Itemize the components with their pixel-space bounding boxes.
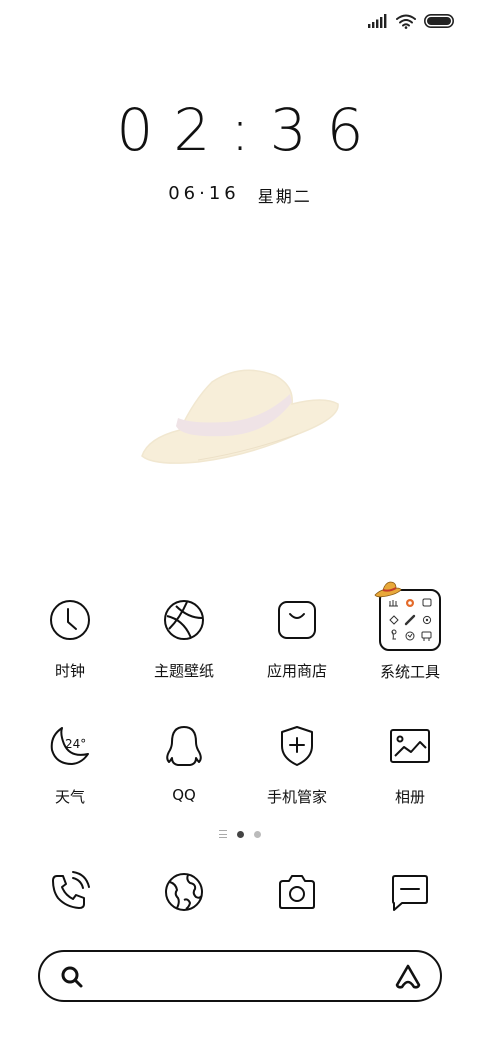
- system-tools-folder-icon: [374, 581, 441, 651]
- search-icon[interactable]: [60, 965, 84, 989]
- dock-messages[interactable]: [388, 870, 432, 914]
- app-gallery[interactable]: 相册: [354, 722, 466, 807]
- app-label: 主题壁纸: [153, 662, 214, 680]
- folder-system-tools[interactable]: 系统工具: [354, 581, 466, 682]
- page-dot[interactable]: [254, 830, 261, 838]
- security-shield-icon: [273, 722, 321, 770]
- app-label: 手机管家: [266, 788, 327, 806]
- search-bar[interactable]: [38, 950, 442, 1002]
- cellular-signal-icon: [368, 14, 388, 28]
- lock-weekday: 星期二: [257, 187, 312, 206]
- browser-globe-icon: [165, 873, 203, 911]
- battery-icon: [424, 14, 454, 28]
- app-store-bag-icon: [273, 596, 321, 644]
- app-label: QQ: [172, 786, 196, 804]
- lock-date: 06·16: [168, 183, 240, 204]
- page-list-icon: [219, 830, 227, 838]
- camera-icon: [279, 875, 315, 909]
- date-row: 06·16 星期二: [0, 183, 480, 207]
- app-label: 时钟: [54, 662, 85, 680]
- theme-ball-icon: [160, 596, 208, 644]
- lock-time[interactable]: 02:36: [0, 96, 480, 164]
- app-store[interactable]: 应用商店: [241, 596, 353, 681]
- page-indicator[interactable]: [0, 830, 480, 838]
- wifi-icon: [396, 14, 416, 29]
- gallery-icon: [386, 722, 434, 770]
- dock-phone[interactable]: [48, 870, 92, 914]
- dock-browser[interactable]: [162, 870, 206, 914]
- app-label: 相册: [394, 788, 425, 806]
- weather-moon-icon: 24°: [46, 722, 94, 770]
- app-label: 应用商店: [266, 662, 327, 680]
- qq-penguin-icon: [160, 722, 208, 770]
- clock-icon: [46, 596, 94, 644]
- app-label: 系统工具: [379, 663, 440, 681]
- app-theme[interactable]: 主题壁纸: [128, 596, 240, 681]
- messages-icon: [392, 875, 428, 911]
- straw-hat-icon: [138, 364, 344, 472]
- page-dot-active[interactable]: [237, 830, 244, 838]
- app-phone-manager[interactable]: 手机管家: [241, 722, 353, 807]
- dock-camera[interactable]: [275, 870, 319, 914]
- app-qq[interactable]: QQ: [128, 722, 240, 804]
- app-clock[interactable]: 时钟: [14, 596, 126, 681]
- assistant-icon[interactable]: [394, 963, 422, 991]
- app-label: 天气: [54, 788, 85, 806]
- app-weather[interactable]: 24° 天气: [14, 722, 126, 807]
- search-input[interactable]: [96, 962, 390, 992]
- status-bar: [368, 10, 454, 32]
- phone-icon: [52, 871, 90, 909]
- weather-temp: 24°: [65, 737, 86, 751]
